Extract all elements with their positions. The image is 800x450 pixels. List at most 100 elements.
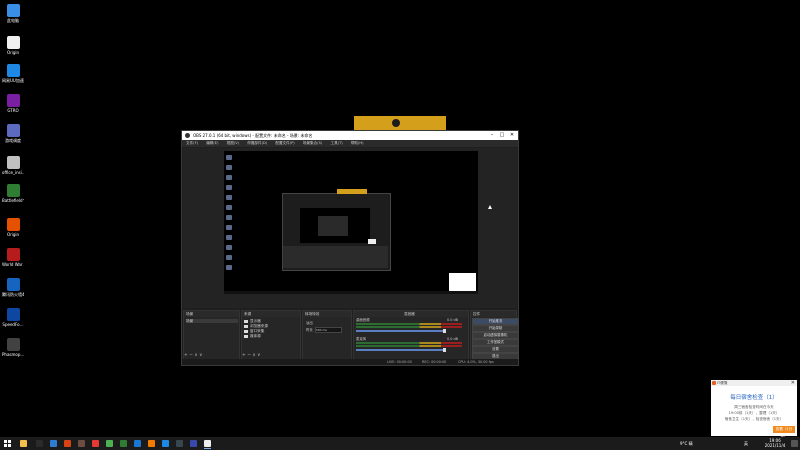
obs-titlebar[interactable]: OBS 27.0.1 (64 bit, windows) - 配置文件: 未命名…: [182, 131, 518, 140]
taskbar: 9°C 晴 英 19:06 2021/11/4: [0, 437, 800, 450]
menu-profile[interactable]: 配置文件(P): [275, 141, 294, 145]
indicator-dot-icon: [392, 119, 400, 127]
weather-text[interactable]: 9°C 晴: [680, 437, 693, 450]
app-icon: [6, 278, 20, 291]
preview-desktop-icon: [226, 235, 232, 240]
desktop-icon[interactable]: 此电脑: [2, 4, 24, 23]
desktop-icon-label: Origin: [6, 50, 20, 55]
terminal-icon[interactable]: [36, 440, 43, 447]
mixer-track-mic: 麦克风 0.0 dB: [356, 337, 462, 352]
menu-scene-collection[interactable]: 场景集合(S): [303, 141, 322, 145]
notification-header: IT便笺 ✕: [711, 380, 797, 386]
start-virtual-camera-button[interactable]: 启动虚拟摄像机: [472, 332, 519, 339]
window-icon: [244, 329, 248, 333]
wechat-icon[interactable]: [120, 440, 127, 447]
steam-icon[interactable]: [176, 440, 183, 447]
store-icon[interactable]: [78, 440, 85, 447]
scenes-dock-header: 场景: [184, 311, 239, 317]
nested-inner-window: [318, 216, 348, 236]
desktop-icon[interactable]: Origin: [2, 36, 24, 55]
preview-desktop-icon: [226, 175, 232, 180]
ime-indicator[interactable]: 英: [744, 437, 748, 450]
app-icon: [6, 184, 20, 197]
scenes-dock-footer[interactable]: + − ∧ ∨: [184, 353, 239, 358]
sources-dock-header: 来源: [242, 311, 300, 317]
obs-icon[interactable]: [204, 440, 211, 447]
notification-popup: IT便笺 ✕ 每日宿舍检查（1） 周三宿舍检查时间在今天 19:00前（1天），…: [711, 380, 797, 438]
menu-edit[interactable]: 编辑(E): [206, 141, 218, 145]
qq-icon[interactable]: [134, 440, 141, 447]
vscode-icon[interactable]: [162, 440, 169, 447]
desktop-icon[interactable]: 网易UU加速器: [2, 64, 24, 83]
transition-type-select[interactable]: 淡出: [306, 320, 313, 325]
desktop-icon[interactable]: World War Z Aftermath: [2, 248, 24, 267]
source-item-browser[interactable]: 浏览器来源: [244, 324, 268, 328]
settings-button[interactable]: 设置: [472, 346, 519, 353]
desktop-icon-label: GTRO: [7, 108, 19, 113]
desktop-icon[interactable]: SpeedFo…: [2, 308, 24, 327]
transition-duration-field[interactable]: 时长 300 ms: [306, 327, 342, 333]
source-item-display[interactable]: 显示器: [244, 319, 261, 323]
orange-icon[interactable]: [148, 440, 155, 447]
nested-docks: [283, 246, 388, 268]
desktop-icon[interactable]: 腾讯防火墙4.0: [2, 278, 24, 297]
menu-docks[interactable]: 停靠部件(D): [247, 141, 267, 145]
monitor-icon: [244, 319, 248, 323]
source-label: 显示器: [250, 319, 261, 323]
source-item-window[interactable]: 窗口采集: [244, 329, 264, 333]
desktop-icon[interactable]: GTRO: [2, 94, 24, 113]
preview-desktop-icon: [226, 185, 232, 190]
notification-close-button[interactable]: ✕: [791, 380, 795, 386]
menu-tools[interactable]: 工具(T): [331, 141, 343, 145]
studio-mode-button[interactable]: 工作室模式: [472, 339, 519, 346]
app-icon: [6, 248, 20, 261]
desktop-icon[interactable]: Origin: [2, 218, 24, 237]
scene-item[interactable]: 场景: [186, 319, 238, 323]
minimize-button[interactable]: –: [487, 131, 497, 140]
clock-date: 2021/11/4: [764, 443, 786, 448]
desktop-icon-label: 网易UU加速器: [2, 78, 24, 83]
app-icon: [6, 218, 20, 231]
start-streaming-button[interactable]: 开始推流: [472, 318, 519, 325]
slider-knob[interactable]: [443, 329, 446, 333]
volume-meter: [356, 323, 462, 325]
duration-input[interactable]: 300 ms: [314, 327, 342, 333]
menu-help[interactable]: 帮助(H): [351, 141, 364, 145]
app-icon: [6, 308, 20, 321]
ie-icon[interactable]: [50, 440, 57, 447]
netease-icon[interactable]: [92, 440, 99, 447]
clock[interactable]: 19:06 2021/11/4: [760, 438, 790, 448]
start-button[interactable]: [4, 440, 11, 447]
chrome-icon[interactable]: [106, 440, 113, 447]
notification-view-button[interactable]: 查看（1分钟）: [773, 426, 795, 438]
menu-view[interactable]: 视图(V): [227, 141, 239, 145]
controls-dock: 控件 开始推流 开始录制 启动虚拟摄像机 工作室模式 设置 退出: [470, 310, 519, 360]
source-label: 浏览器来源: [250, 324, 268, 328]
transitions-dock-title: 转场特效: [305, 312, 320, 316]
volume-slider[interactable]: [356, 329, 446, 333]
menu-file[interactable]: 文件(F): [186, 141, 198, 145]
file-explorer-icon[interactable]: [20, 440, 27, 447]
preview-desktop-icon: [226, 245, 232, 250]
preview-desktop-icon: [226, 155, 232, 160]
desktop-icon[interactable]: 游戏调度: [2, 124, 24, 143]
volume-slider[interactable]: [356, 348, 446, 352]
slider-knob[interactable]: [443, 348, 446, 352]
sources-dock-footer[interactable]: + − ∧ ∨: [242, 353, 300, 358]
blue-app-icon[interactable]: [190, 440, 197, 447]
source-item-media[interactable]: 媒体源: [244, 334, 261, 338]
mail-icon[interactable]: [64, 440, 71, 447]
globe-icon: [244, 324, 248, 328]
preview-canvas[interactable]: [224, 151, 478, 294]
start-recording-button[interactable]: 开始录制: [472, 325, 519, 332]
desktop-icon[interactable]: Phasmop…: [2, 338, 24, 357]
desktop-icon[interactable]: Battlefield™ 2042 Ope…: [2, 184, 24, 203]
preview-taskbar: [224, 291, 478, 294]
action-center-icon[interactable]: [791, 440, 798, 447]
notification-line: 宿舍卫生（1天），检查宿舍（1天）: [724, 417, 784, 421]
close-button[interactable]: ✕: [507, 131, 517, 140]
preview-desktop-strip: [224, 151, 234, 294]
desktop-icon[interactable]: office_insi…: [2, 156, 24, 175]
maximize-button[interactable]: □: [497, 131, 507, 140]
volume-meter: [356, 345, 462, 347]
